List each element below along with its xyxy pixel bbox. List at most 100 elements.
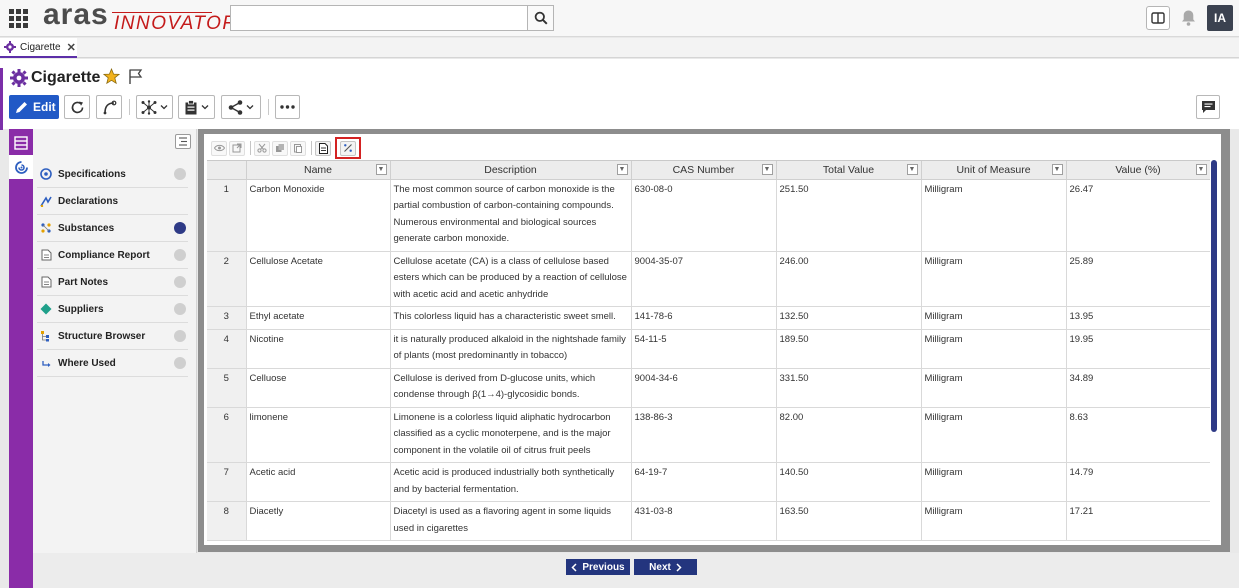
column-header-value-percent[interactable]: Value (%) ▼	[1066, 161, 1210, 180]
cas-number-cell[interactable]: 630-08-0	[631, 179, 777, 252]
discussion-button[interactable]	[1196, 95, 1220, 119]
name-cell[interactable]: Acetic acid	[246, 462, 391, 502]
description-cell[interactable]: Cellulose acetate (CA) is a class of cel…	[390, 251, 632, 307]
cas-number-cell[interactable]: 431-03-8	[631, 501, 777, 541]
total-value-cell[interactable]: 189.50	[776, 329, 922, 369]
sidebar-item-where-used[interactable]: Where Used	[37, 350, 188, 377]
sidebar-collapse-button[interactable]	[175, 134, 191, 149]
total-value-cell[interactable]: 331.50	[776, 368, 922, 408]
next-button[interactable]: Next	[634, 559, 697, 575]
cas-number-cell[interactable]: 9004-34-6	[631, 368, 777, 408]
unit-of-measure-cell[interactable]: Milligram	[921, 540, 1067, 541]
value-percent-cell[interactable]: 14.79	[1066, 462, 1210, 502]
more-actions-button[interactable]	[275, 95, 300, 119]
paste-button[interactable]	[290, 140, 306, 156]
unit-of-measure-cell[interactable]: Milligram	[921, 306, 1067, 330]
table-row[interactable]: 2 Cellulose Acetate Cellulose acetate (CA)…	[207, 251, 1210, 307]
favorite-star-icon[interactable]	[103, 68, 120, 85]
description-cell[interactable]: This colorless liquid has a characterist…	[390, 306, 632, 330]
cas-number-cell[interactable]: 409-21-2	[631, 540, 777, 541]
row-number-cell[interactable]: 9	[207, 540, 247, 541]
description-cell[interactable]: Cellulose is derived from D-glucose unit…	[390, 368, 632, 408]
description-cell[interactable]: Limonene is a colorless liquid aliphatic…	[390, 407, 632, 463]
description-cell[interactable]: is a hard chemical compound containing s…	[390, 540, 632, 541]
filter-icon[interactable]: ▼	[761, 164, 773, 175]
reports-menu-button[interactable]	[178, 95, 215, 119]
row-number-cell[interactable]: 2	[207, 251, 247, 307]
total-value-cell[interactable]: 140.50	[776, 462, 922, 502]
description-cell[interactable]: Diacetyl is used as a flavoring agent in…	[390, 501, 632, 541]
unit-of-measure-cell[interactable]: Milligram	[921, 251, 1067, 307]
structure-menu-button[interactable]	[136, 95, 173, 119]
cas-number-cell[interactable]: 141-78-6	[631, 306, 777, 330]
column-header-unit-of-measure[interactable]: Unit of Measure ▼	[921, 161, 1067, 180]
unit-of-measure-cell[interactable]: Milligram	[921, 462, 1067, 502]
filter-icon[interactable]: ▼	[616, 164, 628, 175]
view-button[interactable]	[211, 140, 227, 156]
highlighted-toolbar-button[interactable]	[335, 137, 361, 159]
filter-icon[interactable]: ▼	[1195, 164, 1207, 175]
sidebar-item-declarations[interactable]: Declarations	[37, 188, 188, 215]
description-cell[interactable]: Acetic acid is produced industrially bot…	[390, 462, 632, 502]
description-cell[interactable]: it is naturally produced alkaloid in the…	[390, 329, 632, 369]
name-cell[interactable]: Ethyl acetate	[246, 306, 391, 330]
description-cell[interactable]: The most common source of carbon monoxid…	[390, 179, 632, 252]
row-number-cell[interactable]: 4	[207, 329, 247, 369]
filter-icon[interactable]: ▼	[1051, 164, 1063, 175]
filter-icon[interactable]: ▼	[375, 164, 387, 175]
unit-of-measure-cell[interactable]: Milligram	[921, 179, 1067, 252]
flag-icon[interactable]	[128, 68, 144, 85]
sidebar-item-compliance-report[interactable]: Compliance Report	[37, 242, 188, 269]
total-value-cell[interactable]: 82.00	[776, 407, 922, 463]
column-header-name[interactable]: Name ▼	[246, 161, 391, 180]
cas-number-cell[interactable]: 54-11-5	[631, 329, 777, 369]
name-cell[interactable]: Silicon carbide	[246, 540, 391, 541]
unit-of-measure-cell[interactable]: Milligram	[921, 368, 1067, 408]
name-cell[interactable]: Cellulose Acetate	[246, 251, 391, 307]
user-avatar[interactable]: IA	[1207, 5, 1233, 31]
sidebar-item-suppliers[interactable]: Suppliers	[37, 296, 188, 323]
calculate-button[interactable]	[340, 140, 356, 156]
name-cell[interactable]: Celluose	[246, 368, 391, 408]
table-row[interactable]: 5 Celluose Cellulose is derived from D-glu…	[207, 368, 1210, 408]
sidebar-item-structure-browser[interactable]: Structure Browser	[37, 323, 188, 350]
total-value-cell[interactable]: 93.00	[776, 540, 922, 541]
name-cell[interactable]: Nicotine	[246, 329, 391, 369]
value-percent-cell[interactable]: 25.89	[1066, 251, 1210, 307]
name-cell[interactable]: Diacetly	[246, 501, 391, 541]
name-cell[interactable]: Carbon Monoxide	[246, 179, 391, 252]
sidebar-item-substances[interactable]: Substances	[37, 215, 188, 242]
table-row[interactable]: 8 Diacetly Diacetyl is used as a flavoring…	[207, 501, 1210, 541]
cut-button[interactable]	[254, 140, 270, 156]
value-percent-cell[interactable]: 34.89	[1066, 368, 1210, 408]
workflow-button[interactable]	[96, 95, 122, 119]
name-cell[interactable]: limonene	[246, 407, 391, 463]
column-header-total-value[interactable]: Total Value ▼	[776, 161, 922, 180]
vertical-scrollbar[interactable]	[1211, 160, 1217, 432]
rail-form-view[interactable]	[9, 131, 33, 155]
row-number-cell[interactable]: 7	[207, 462, 247, 502]
row-number-cell[interactable]: 3	[207, 306, 247, 330]
sidebar-item-part-notes[interactable]: Part Notes	[37, 269, 188, 296]
column-header-description[interactable]: Description ▼	[390, 161, 632, 180]
open-button[interactable]	[229, 140, 245, 156]
notifications-bell-icon[interactable]	[1180, 9, 1197, 27]
value-percent-cell[interactable]: 13.95	[1066, 306, 1210, 330]
value-percent-cell[interactable]: 17.21	[1066, 501, 1210, 541]
row-number-cell[interactable]: 6	[207, 407, 247, 463]
edit-button[interactable]: Edit	[9, 95, 59, 119]
table-row[interactable]: 6 limonene Limonene is a colorless liquid …	[207, 407, 1210, 463]
table-row[interactable]: 1 Carbon Monoxide The most common source o…	[207, 179, 1210, 252]
new-document-button[interactable]	[315, 140, 331, 156]
tab-cigarette[interactable]: Cigarette ✕	[0, 38, 77, 58]
table-row[interactable]: 9Silicon carbide is a hard chemical comp…	[207, 540, 1210, 541]
filter-icon[interactable]: ▼	[906, 164, 918, 175]
search-button[interactable]	[528, 5, 554, 31]
unit-of-measure-cell[interactable]: Milligram	[921, 407, 1067, 463]
value-percent-cell[interactable]: 19.95	[1066, 329, 1210, 369]
tab-close-icon[interactable]: ✕	[67, 41, 76, 54]
previous-button[interactable]: Previous	[566, 559, 630, 575]
cas-number-cell[interactable]: 64-19-7	[631, 462, 777, 502]
total-value-cell[interactable]: 163.50	[776, 501, 922, 541]
table-row[interactable]: 3 Ethyl acetate This colorless liquid has …	[207, 306, 1210, 330]
